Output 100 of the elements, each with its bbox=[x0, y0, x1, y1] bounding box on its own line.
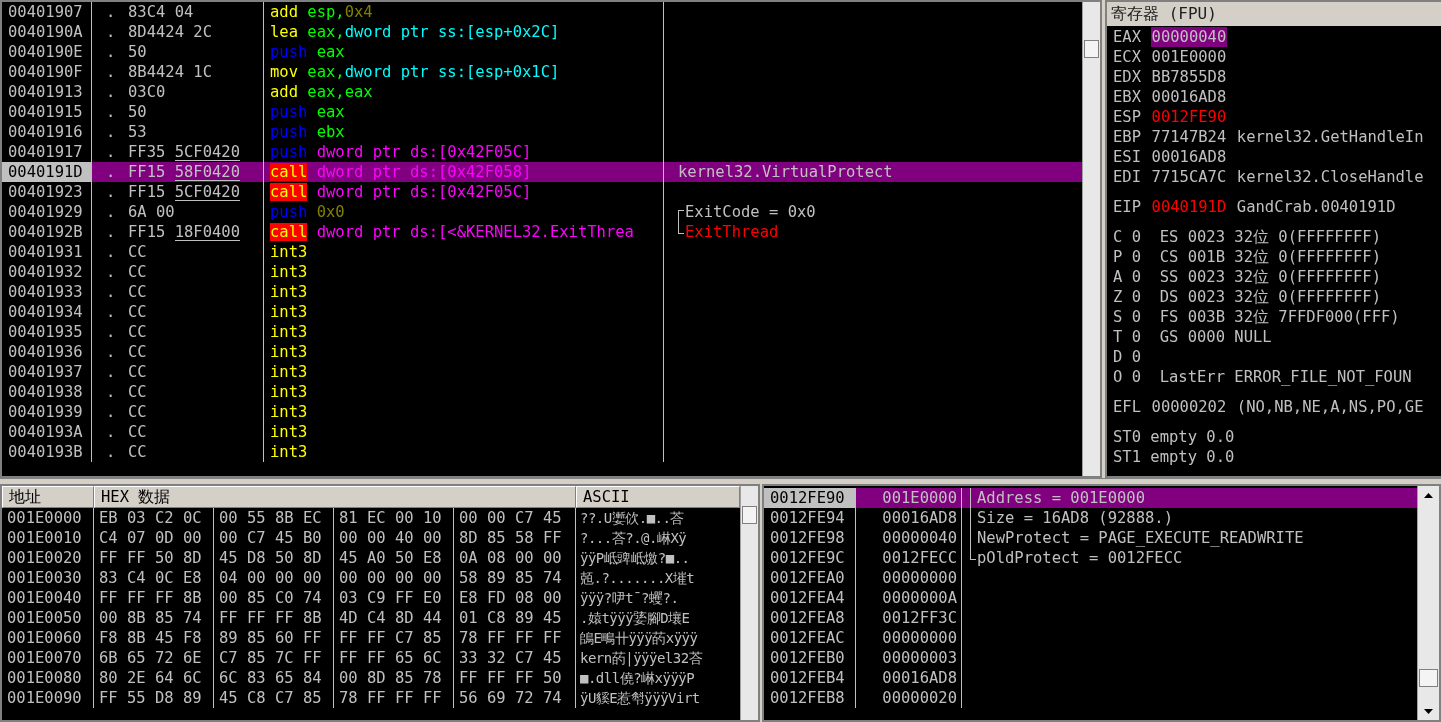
column-header[interactable]: 地址 bbox=[2, 486, 94, 508]
row-mark: . bbox=[105, 362, 117, 382]
register-line: D 0 bbox=[1113, 347, 1141, 367]
address-cell: 0040191D bbox=[2, 162, 92, 182]
stack-row[interactable]: 0012FEB0 00000003 bbox=[764, 648, 1417, 668]
comment-text: ExitThread bbox=[685, 222, 779, 242]
hex-bytes: CC bbox=[128, 282, 147, 302]
register-value[interactable]: 00000202 bbox=[1150, 397, 1228, 417]
hex-bytes: F8 8B 45 F8 bbox=[94, 628, 214, 648]
code-row[interactable]: 00401939 . CC int3 bbox=[2, 402, 1082, 422]
register-name: ECX bbox=[1113, 47, 1141, 67]
hex-bytes: 56 69 72 74 bbox=[454, 688, 576, 708]
hex-bytes: FF FF C7 85 bbox=[334, 628, 454, 648]
code-row[interactable]: 0040191D . FF15 58F0420 call dword ptr ds:[0x42F058] kernel32.VirtualProtect bbox=[2, 162, 1082, 182]
stack-row[interactable]: 0012FEA4 0000000A bbox=[764, 588, 1417, 608]
hex-bytes: CC bbox=[128, 402, 147, 422]
register-comment: kernel32.CloseHandle bbox=[1236, 167, 1424, 187]
stack-row[interactable]: 0012FE90 001E0000 Address = 001E0000 bbox=[764, 488, 1417, 508]
register-value[interactable]: 0012FE90 bbox=[1150, 107, 1228, 127]
scroll-thumb[interactable] bbox=[742, 506, 757, 524]
instruction-text: mov eax,dword ptr ss:[esp+0x1C] bbox=[270, 62, 560, 82]
register-line: C 0 ES 0023 32位 0(FFFFFFFF) bbox=[1113, 227, 1381, 247]
stack-row[interactable]: 0012FEA8 0012FF3C bbox=[764, 608, 1417, 628]
stack-row[interactable]: 0012FE94 00016AD8 Size = 16AD8 (92888.) bbox=[764, 508, 1417, 528]
register-value[interactable]: 0040191D bbox=[1150, 197, 1228, 217]
hex-bytes: 89 85 60 FF bbox=[214, 628, 334, 648]
hex-bytes: 83 C4 0C E8 bbox=[94, 568, 214, 588]
hex-bytes: 50 bbox=[128, 42, 147, 62]
code-row[interactable]: 00401907 . 83C4 04 add esp,0x4 bbox=[2, 2, 1082, 22]
register-value[interactable]: 00016AD8 bbox=[1150, 147, 1228, 167]
code-row[interactable]: 00401923 . FF15 5CF0420 call dword ptr ds:[0x42F05C] bbox=[2, 182, 1082, 202]
hex-bytes: 00 00 00 00 bbox=[334, 568, 454, 588]
hex-bytes: FF FF FF 50 bbox=[454, 668, 576, 688]
value-cell: 00016AD8 bbox=[856, 508, 962, 528]
scrollbar[interactable] bbox=[1417, 486, 1439, 720]
register-value[interactable]: 001E0000 bbox=[1150, 47, 1228, 67]
code-row[interactable]: 0040192B . FF15 18F0400 call dword ptr ds:[<&KERNEL32.ExitThrea ExitThread bbox=[2, 222, 1082, 242]
scroll-thumb[interactable] bbox=[1419, 669, 1438, 687]
register-name: ESI bbox=[1113, 147, 1141, 167]
code-row[interactable]: 0040190F . 8B4424 1C mov eax,dword ptr ss:[esp+0x1C] bbox=[2, 62, 1082, 82]
code-row[interactable]: 00401935 . CC int3 bbox=[2, 322, 1082, 342]
instruction-text: call dword ptr ds:[<&KERNEL32.ExitThrea bbox=[270, 222, 634, 242]
hex-bytes: 50 bbox=[128, 102, 147, 122]
instruction-text: int3 bbox=[270, 342, 308, 362]
row-mark: . bbox=[105, 22, 117, 42]
instruction-text: push eax bbox=[270, 102, 345, 122]
code-row[interactable]: 0040190A . 8D4424 2C lea eax,dword ptr ss:[esp+0x2C] bbox=[2, 22, 1082, 42]
code-row[interactable]: 00401934 . CC int3 bbox=[2, 302, 1082, 322]
stack-row[interactable]: 0012FE98 00000040 NewProtect = PAGE_EXECUTE_READWRITE bbox=[764, 528, 1417, 548]
address-cell: 001E0090 bbox=[2, 688, 94, 708]
column-header[interactable]: ASCII bbox=[576, 486, 740, 508]
register-name: EFL bbox=[1113, 397, 1141, 417]
stack-row[interactable]: 0012FEAC 00000000 bbox=[764, 628, 1417, 648]
code-row[interactable]: 00401931 . CC int3 bbox=[2, 242, 1082, 262]
code-row[interactable]: 00401932 . CC int3 bbox=[2, 262, 1082, 282]
hex-bytes: 81 EC 00 10 bbox=[334, 508, 454, 528]
value-cell: 00000000 bbox=[856, 628, 962, 648]
register-line: P 0 CS 001B 32位 0(FFFFFFFF) bbox=[1113, 247, 1381, 267]
register-value[interactable]: 77147B24 bbox=[1150, 127, 1228, 147]
row-mark: . bbox=[105, 142, 117, 162]
instruction-text: push ebx bbox=[270, 122, 345, 142]
code-row[interactable]: 0040193A . CC int3 bbox=[2, 422, 1082, 442]
register-value[interactable]: 00000040 bbox=[1150, 27, 1228, 47]
register-value[interactable]: 7715CA7C bbox=[1150, 167, 1228, 187]
ascii-text: ??.U嬱佽.■..荅 bbox=[579, 509, 685, 528]
register-line: Z 0 DS 0023 32位 0(FFFFFFFF) bbox=[1113, 287, 1381, 307]
hex-bytes: 45 D8 50 8D bbox=[214, 548, 334, 568]
instruction-text: add esp,0x4 bbox=[270, 2, 373, 22]
scrollbar[interactable] bbox=[740, 486, 758, 720]
stack-row[interactable]: 0012FEB8 00000020 bbox=[764, 688, 1417, 708]
row-mark: . bbox=[105, 2, 117, 22]
hex-bytes: 4D C4 8D 44 bbox=[334, 608, 454, 628]
scroll-thumb[interactable] bbox=[1084, 40, 1099, 58]
register-line: O 0 LastErr ERROR_FILE_NOT_FOUN bbox=[1113, 367, 1412, 387]
stack-row[interactable]: 0012FEA0 00000000 bbox=[764, 568, 1417, 588]
code-row[interactable]: 00401933 . CC int3 bbox=[2, 282, 1082, 302]
hex-bytes: 6C 83 65 84 bbox=[214, 668, 334, 688]
row-mark: . bbox=[105, 302, 117, 322]
code-row[interactable]: 00401916 . 53 push ebx bbox=[2, 122, 1082, 142]
row-mark: . bbox=[105, 42, 117, 62]
code-row[interactable]: 00401938 . CC int3 bbox=[2, 382, 1082, 402]
address-cell: 0012FE90 bbox=[764, 488, 856, 508]
code-row[interactable]: 00401915 . 50 push eax bbox=[2, 102, 1082, 122]
stack-row[interactable]: 0012FEB4 00016AD8 bbox=[764, 668, 1417, 688]
instruction-text: int3 bbox=[270, 402, 308, 422]
code-row[interactable]: 00401929 . 6A 00 push 0x0 ExitCode = 0x0 bbox=[2, 202, 1082, 222]
ascii-text: ÿU貕E惹厁ÿÿÿVirt bbox=[579, 689, 701, 708]
hex-bytes: FF FF 65 6C bbox=[334, 648, 454, 668]
code-row[interactable]: 00401913 . 03C0 add eax,eax bbox=[2, 82, 1082, 102]
hex-bytes: 6B 65 72 6E bbox=[94, 648, 214, 668]
scrollbar[interactable] bbox=[1082, 2, 1100, 476]
instruction-text: call dword ptr ds:[0x42F05C] bbox=[270, 182, 532, 202]
code-row[interactable]: 0040193B . CC int3 bbox=[2, 442, 1082, 462]
code-row[interactable]: 0040190E . 50 push eax bbox=[2, 42, 1082, 62]
stack-row[interactable]: 0012FE9C 0012FECC pOldProtect = 0012FECC bbox=[764, 548, 1417, 568]
column-header[interactable]: HEX 数据 bbox=[94, 486, 576, 508]
register-value[interactable]: 00016AD8 bbox=[1150, 87, 1228, 107]
register-value[interactable]: BB7855D8 bbox=[1150, 67, 1228, 87]
code-row[interactable]: 00401937 . CC int3 bbox=[2, 362, 1082, 382]
code-row[interactable]: 00401936 . CC int3 bbox=[2, 342, 1082, 362]
